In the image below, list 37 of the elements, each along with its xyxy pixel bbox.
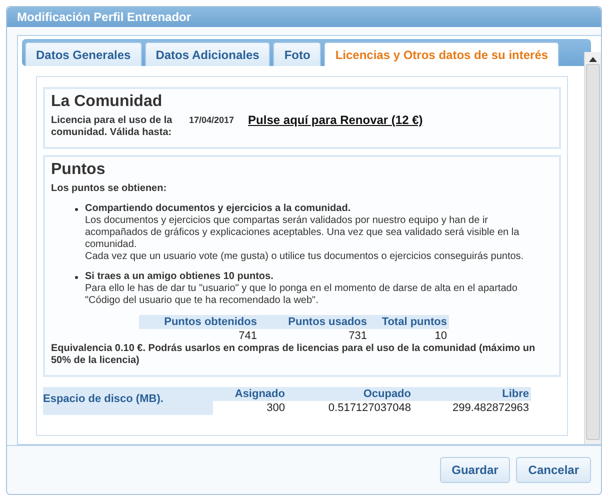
column-header: Puntos obtenidos [139, 315, 259, 329]
scrollbar[interactable] [584, 52, 601, 444]
tab[interactable]: Datos Adicionales [144, 42, 270, 66]
table-cell-text: 731 [348, 329, 368, 343]
intro-text: Los puntos se obtienen: [51, 183, 168, 195]
item-heading: Compartiendo documentos y ejercicios a la comunidad. [85, 203, 352, 215]
bullet-icon [75, 276, 78, 279]
item-text: Los documentos y ejercicios que compartas serán validados por nuestro equipo y han de ir acompañados de gráficos y explicaciones aceptables. Una vez que sea validado será visible en la comunidad. [85, 215, 520, 251]
table-cell-text: 299.482872963 [452, 401, 530, 415]
column-header: Total puntos [369, 315, 449, 329]
table-cell-text: 0.517127037048 [327, 401, 412, 415]
table-cell-text: 300 [266, 401, 286, 415]
dialog-button[interactable]: Cancelar [516, 457, 591, 483]
item-text: Para ello le has de dar tu "usuario" y que lo ponga en el momento de darse de alta en el apartado "Código del usuario que te ha recomendado la web". [85, 283, 518, 307]
dialog-button[interactable]: Guardar [440, 457, 510, 483]
item-text: Cada vez que un usuario vote (me gusta) o utilice tus documentos o ejercicios conseguirás puntos. [85, 251, 525, 263]
column-header: Asignado [213, 387, 287, 401]
table-cell-text: 741 [238, 329, 258, 343]
column-header: Ocupado [287, 387, 413, 401]
column-header: Libre [413, 387, 531, 401]
column-header: Puntos usados [259, 315, 369, 329]
table-cell-text: 10 [434, 329, 448, 343]
scroll-up-icon[interactable] [589, 56, 597, 62]
tab[interactable]: Datos Generales [25, 42, 142, 66]
equivalence-note: Equivalencia 0.10 €. Podrás usarlos en compras de licencias para el uso de la comunidad (máximo un 50% de la licencia) [51, 343, 536, 367]
item-heading: Si traes a un amigo obtienes 10 puntos. [85, 271, 274, 283]
renew-link[interactable]: Pulse aquí para Renovar (12 €) [248, 113, 423, 127]
section-title: Puntos [51, 161, 106, 179]
window-title: Modificación Perfil Entrenador [7, 7, 601, 27]
bullet-icon [75, 208, 78, 211]
license-label: Licencia para el uso de la comunidad. Válida hasta: [51, 115, 174, 139]
section-title: La Comunidad [51, 93, 164, 111]
expiry-date: 17/04/2017 [189, 115, 234, 125]
tab[interactable]: Foto [273, 42, 322, 66]
scroll-thumb[interactable] [586, 64, 600, 440]
row-header: Espacio de disco (MB). [43, 387, 213, 415]
tab[interactable]: Licencias y Otros datos de su interés [324, 42, 560, 66]
